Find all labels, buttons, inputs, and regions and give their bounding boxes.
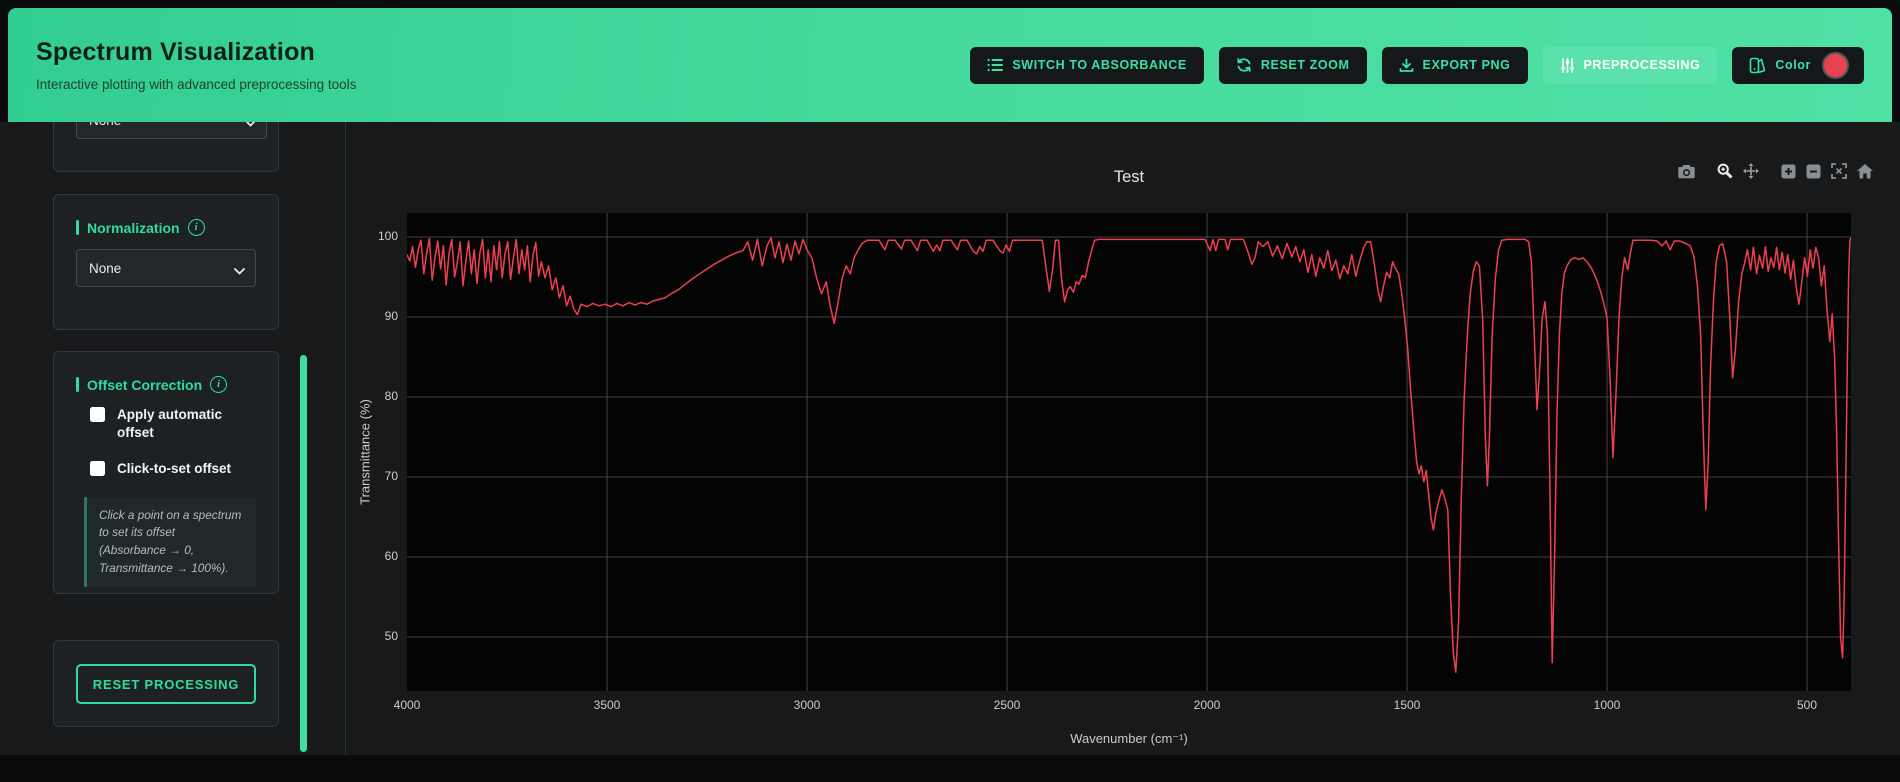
normalization-title-row: Normalization i (76, 219, 256, 236)
offset-correction-title: Offset Correction (87, 376, 203, 393)
info-icon[interactable]: i (187, 219, 205, 236)
autoscale-icon[interactable] (1826, 160, 1852, 182)
reset-processing-button[interactable]: RESET PROCESSING (76, 664, 256, 704)
offset-help-text: Click a point on a spectrum to set its o… (84, 496, 256, 588)
checkbox-unchecked[interactable] (90, 461, 105, 477)
x-tick-label: 2000 (1193, 698, 1221, 712)
panel-offset-correction: Offset Correction i Apply automatic offs… (53, 351, 279, 594)
header: Spectrum Visualization Interactive plott… (8, 8, 1892, 122)
checkbox-unchecked[interactable] (90, 407, 105, 422)
apply-automatic-offset-checkbox-row[interactable]: Apply automatic offset (90, 406, 256, 442)
panel-reset: RESET PROCESSING (53, 640, 279, 727)
normalization-select-value: None (89, 260, 122, 276)
chevron-down-icon (234, 263, 245, 278)
y-axis-title: Transmittance (%) (357, 399, 373, 505)
spectrum-line (407, 236, 1851, 673)
grid-lines (407, 213, 1851, 691)
normalization-select[interactable]: None (76, 249, 256, 287)
zoom-out-icon[interactable] (1801, 161, 1826, 182)
click-to-set-offset-checkbox-row[interactable]: Click-to-set offset (90, 460, 256, 478)
y-tick-label: 90 (384, 309, 398, 323)
color-label: Color (1775, 58, 1811, 72)
y-tick-label: 50 (384, 629, 398, 643)
palette-icon (1749, 57, 1766, 74)
header-actions: SWITCH TO ABSORBANCE RESET ZOOM EXPORT P… (970, 46, 1864, 84)
color-button[interactable]: Color (1732, 46, 1864, 84)
x-tick-label: 2500 (993, 698, 1021, 712)
sidebar-scrollbar-thumb[interactable] (300, 355, 307, 752)
refresh-icon (1236, 57, 1252, 73)
switch-mode-button[interactable]: SWITCH TO ABSORBANCE (970, 46, 1204, 84)
x-axis-title: Wavenumber (cm⁻¹) (1070, 731, 1188, 746)
chevron-down-icon (245, 122, 256, 130)
preprocessing-label: PREPROCESSING (1583, 58, 1701, 72)
app-window: Spectrum Visualization Interactive plott… (0, 0, 1900, 782)
spectrum-svg (407, 213, 1851, 691)
panel-normalization: Normalization i None (53, 194, 279, 330)
list-icon (987, 58, 1004, 72)
y-tick-label: 100 (377, 229, 398, 243)
offset-title-row: Offset Correction i (76, 376, 256, 393)
home-icon[interactable] (1852, 161, 1878, 182)
preprocessing-sidebar: None Normalization i None Offset Correct… (0, 122, 345, 755)
partial-select[interactable]: None (76, 122, 267, 139)
export-png-label: EXPORT PNG (1422, 58, 1511, 72)
panel-partial: None (53, 122, 279, 172)
reset-zoom-label: RESET ZOOM (1260, 58, 1350, 72)
spectrum-plot-area[interactable] (407, 213, 1851, 691)
download-icon (1399, 58, 1414, 73)
reset-zoom-button[interactable]: RESET ZOOM (1218, 46, 1367, 84)
zoom-in-icon[interactable] (1776, 161, 1801, 182)
preprocessing-button[interactable]: PREPROCESSING (1542, 46, 1718, 84)
partial-select-value: None (89, 122, 121, 128)
camera-icon[interactable] (1673, 161, 1700, 182)
y-tick-label: 60 (384, 549, 398, 563)
zoom-icon[interactable] (1712, 160, 1738, 182)
sidebar-divider (345, 122, 346, 755)
page-title: Spectrum Visualization (36, 38, 316, 66)
click-to-set-offset-label: Click-to-set offset (117, 461, 232, 477)
x-tick-label: 1000 (1593, 698, 1621, 712)
plotly-modebar (1673, 160, 1878, 182)
export-png-button[interactable]: EXPORT PNG (1381, 46, 1528, 84)
switch-mode-label: SWITCH TO ABSORBANCE (1012, 58, 1187, 72)
x-tick-label: 3000 (793, 698, 821, 712)
sliders-icon (1560, 57, 1575, 73)
title-accent-bar (76, 220, 79, 235)
header-text: Spectrum Visualization Interactive plott… (36, 38, 356, 92)
x-tick-label: 3500 (593, 698, 621, 712)
x-tick-label: 1500 (1393, 698, 1421, 712)
x-tick-label: 500 (1796, 698, 1818, 712)
apply-automatic-offset-label: Apply automatic offset (117, 407, 223, 441)
red-color-swatch[interactable] (1824, 53, 1847, 77)
chart-title: Test (1113, 168, 1145, 186)
x-tick-label: 4000 (393, 698, 421, 712)
title-accent-bar (76, 377, 79, 392)
info-icon[interactable]: i (210, 376, 228, 393)
bottom-strip (0, 755, 1900, 782)
pan-icon[interactable] (1738, 160, 1764, 182)
page-subtitle: Interactive plotting with advanced prepr… (36, 77, 357, 92)
normalization-title: Normalization (87, 219, 180, 236)
